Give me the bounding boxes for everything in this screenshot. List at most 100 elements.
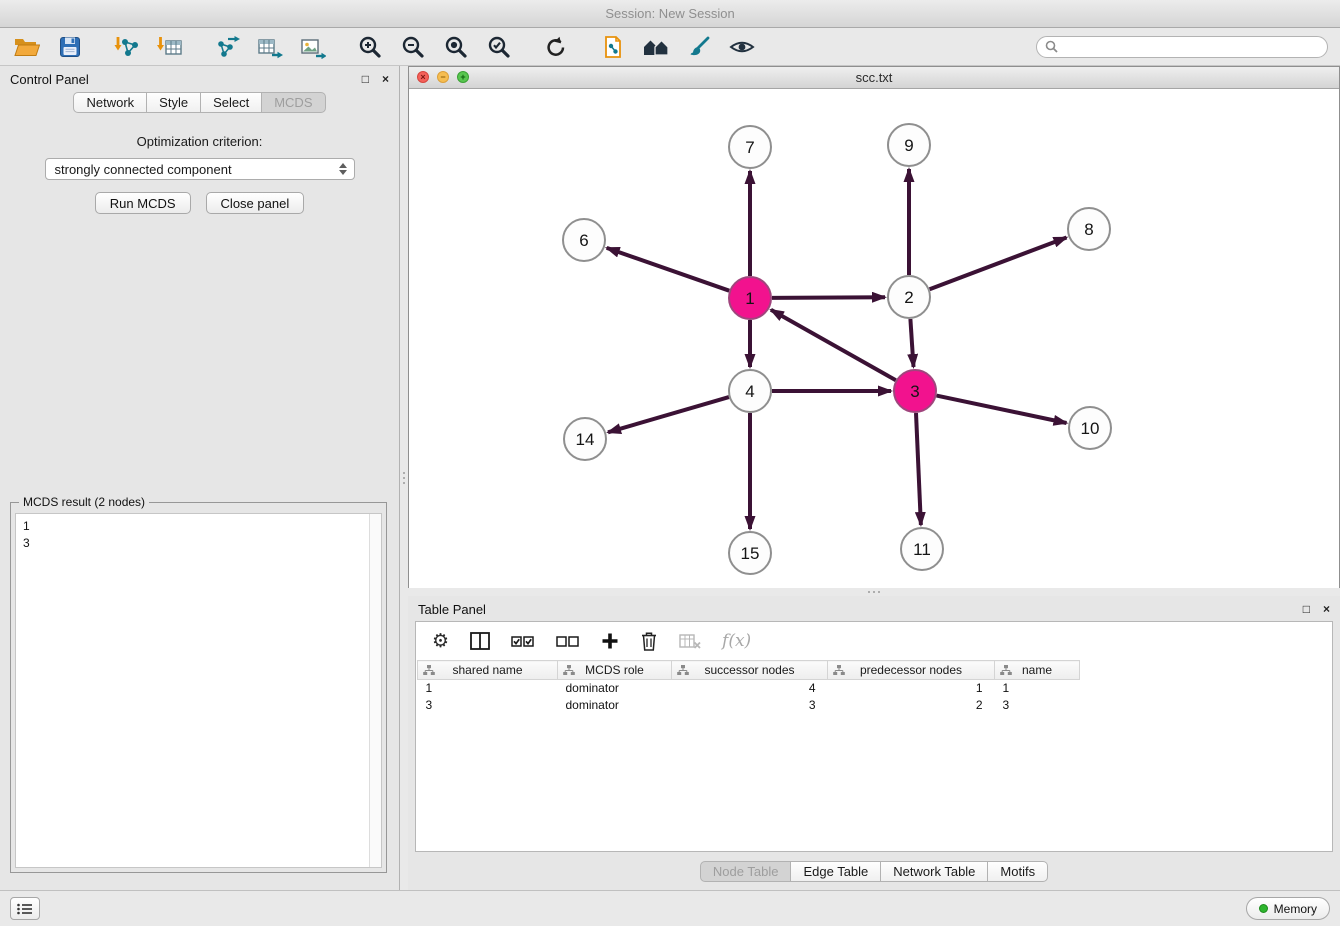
- graph-edge-1-2[interactable]: [772, 297, 885, 298]
- graph-edge-3-1[interactable]: [771, 310, 896, 380]
- column-header-name[interactable]: name: [995, 661, 1080, 680]
- close-panel-button[interactable]: Close panel: [206, 192, 305, 214]
- delete-columns-trash-icon[interactable]: [640, 628, 658, 654]
- table-cell[interactable]: 4: [672, 680, 828, 697]
- tab-select[interactable]: Select: [201, 92, 262, 113]
- zoom-in-icon[interactable]: [355, 33, 385, 61]
- table-row[interactable]: 1dominator411: [418, 680, 1080, 697]
- deselect-all-columns-icon[interactable]: [556, 628, 580, 654]
- table-cell[interactable]: 1: [995, 680, 1080, 697]
- graph-node-10[interactable]: 10: [1069, 407, 1111, 449]
- select-all-columns-icon[interactable]: [511, 628, 535, 654]
- result-line: 3: [23, 535, 362, 552]
- close-table-panel-icon[interactable]: ×: [1323, 603, 1330, 615]
- graph-node-4[interactable]: 4: [729, 370, 771, 412]
- save-session-icon[interactable]: [55, 33, 85, 61]
- open-session-icon[interactable]: [12, 33, 42, 61]
- graph-edge-3-10[interactable]: [937, 396, 1067, 423]
- zoom-selected-icon[interactable]: [484, 33, 514, 61]
- column-header-shared-name[interactable]: shared name: [418, 661, 558, 680]
- table-cell[interactable]: 1: [418, 680, 558, 697]
- import-network-icon[interactable]: [112, 33, 142, 61]
- graph-edge-3-11[interactable]: [916, 413, 921, 525]
- graph-node-15[interactable]: 15: [729, 532, 771, 574]
- network-window-title: scc.txt: [856, 70, 893, 85]
- create-new-column-icon[interactable]: [601, 628, 619, 654]
- column-settings-gear-icon[interactable]: ⚙: [432, 628, 449, 654]
- dropdown-stepper-icon: [337, 163, 349, 175]
- tab-mcds[interactable]: MCDS: [262, 92, 325, 113]
- table-tab-edge-table[interactable]: Edge Table: [791, 861, 881, 882]
- column-header-successor-nodes[interactable]: successor nodes: [672, 661, 828, 680]
- table-panel: Table Panel □ × ⚙: [408, 596, 1340, 890]
- graph-node-14[interactable]: 14: [564, 418, 606, 460]
- apply-style-brush-icon[interactable]: [684, 33, 714, 61]
- close-panel-icon[interactable]: ×: [382, 73, 389, 85]
- table-tab-node-table[interactable]: Node Table: [700, 861, 792, 882]
- show-hide-details-eye-icon[interactable]: [727, 33, 757, 61]
- function-builder-icon: f(x): [722, 628, 751, 654]
- optimization-criterion-label: Optimization criterion:: [0, 134, 399, 149]
- graph-node-1[interactable]: 1: [729, 277, 771, 319]
- first-neighbors-icon[interactable]: [641, 33, 671, 61]
- refresh-icon[interactable]: [541, 33, 571, 61]
- vertical-splitter[interactable]: [400, 66, 408, 890]
- import-table-icon[interactable]: [155, 33, 185, 61]
- tab-network[interactable]: Network: [73, 92, 147, 113]
- graph-edge-2-8[interactable]: [930, 238, 1067, 290]
- network-canvas[interactable]: 1 2 3 4 6 7 8 9 10 11 14 15: [409, 89, 1339, 588]
- table-cell[interactable]: 1: [828, 680, 995, 697]
- graph-edge-4-14[interactable]: [608, 397, 729, 432]
- table-cell[interactable]: 2: [828, 697, 995, 714]
- network-from-selection-icon[interactable]: [598, 33, 628, 61]
- svg-text:2: 2: [904, 288, 913, 307]
- result-scrollbar[interactable]: [369, 514, 381, 867]
- window-minimize-icon[interactable]: −: [437, 71, 449, 83]
- task-history-button[interactable]: [10, 897, 40, 920]
- horizontal-splitter[interactable]: [408, 588, 1340, 596]
- float-table-panel-icon[interactable]: □: [1303, 603, 1310, 615]
- table-tab-network-table[interactable]: Network Table: [881, 861, 988, 882]
- graph-edge-1-6[interactable]: [607, 248, 730, 291]
- run-mcds-button[interactable]: Run MCDS: [95, 192, 191, 214]
- table-cell[interactable]: 3: [995, 697, 1080, 714]
- column-header-predecessor-nodes[interactable]: predecessor nodes: [828, 661, 995, 680]
- graph-node-9[interactable]: 9: [888, 124, 930, 166]
- table-tab-motifs[interactable]: Motifs: [988, 861, 1048, 882]
- svg-text:4: 4: [745, 382, 754, 401]
- search-input[interactable]: [1063, 40, 1319, 54]
- export-image-icon[interactable]: [298, 33, 328, 61]
- graph-node-11[interactable]: 11: [901, 528, 943, 570]
- graph-node-8[interactable]: 8: [1068, 208, 1110, 250]
- zoom-out-icon[interactable]: [398, 33, 428, 61]
- table-cell[interactable]: dominator: [558, 680, 672, 697]
- tab-style[interactable]: Style: [147, 92, 201, 113]
- table-panel-title: Table Panel: [418, 602, 486, 617]
- graph-node-7[interactable]: 7: [729, 126, 771, 168]
- graph-node-3[interactable]: 3: [894, 370, 936, 412]
- control-panel: Control Panel □ × NetworkStyleSelectMCDS…: [0, 66, 400, 890]
- svg-text:11: 11: [913, 540, 931, 559]
- graph-node-6[interactable]: 6: [563, 219, 605, 261]
- table-cell[interactable]: 3: [672, 697, 828, 714]
- memory-label: Memory: [1274, 902, 1317, 916]
- svg-text:7: 7: [745, 138, 754, 157]
- table-row[interactable]: 3dominator323: [418, 697, 1080, 714]
- float-panel-icon[interactable]: □: [362, 73, 369, 85]
- svg-text:10: 10: [1081, 419, 1100, 438]
- window-close-icon[interactable]: ×: [417, 71, 429, 83]
- table-cell[interactable]: dominator: [558, 697, 672, 714]
- zoom-fit-icon[interactable]: [441, 33, 471, 61]
- toggle-column-view-icon[interactable]: [470, 628, 490, 654]
- table-cell[interactable]: 3: [418, 697, 558, 714]
- export-table-icon[interactable]: [255, 33, 285, 61]
- optimization-criterion-select[interactable]: strongly connected component: [45, 158, 355, 180]
- mcds-result-group: MCDS result (2 nodes) 13: [10, 502, 387, 873]
- memory-button[interactable]: Memory: [1246, 897, 1330, 920]
- column-header-MCDS-role[interactable]: MCDS role: [558, 661, 672, 680]
- export-network-icon[interactable]: [212, 33, 242, 61]
- window-zoom-icon[interactable]: +: [457, 71, 469, 83]
- graph-edge-2-3[interactable]: [910, 319, 913, 367]
- search-box[interactable]: [1036, 36, 1328, 58]
- graph-node-2[interactable]: 2: [888, 276, 930, 318]
